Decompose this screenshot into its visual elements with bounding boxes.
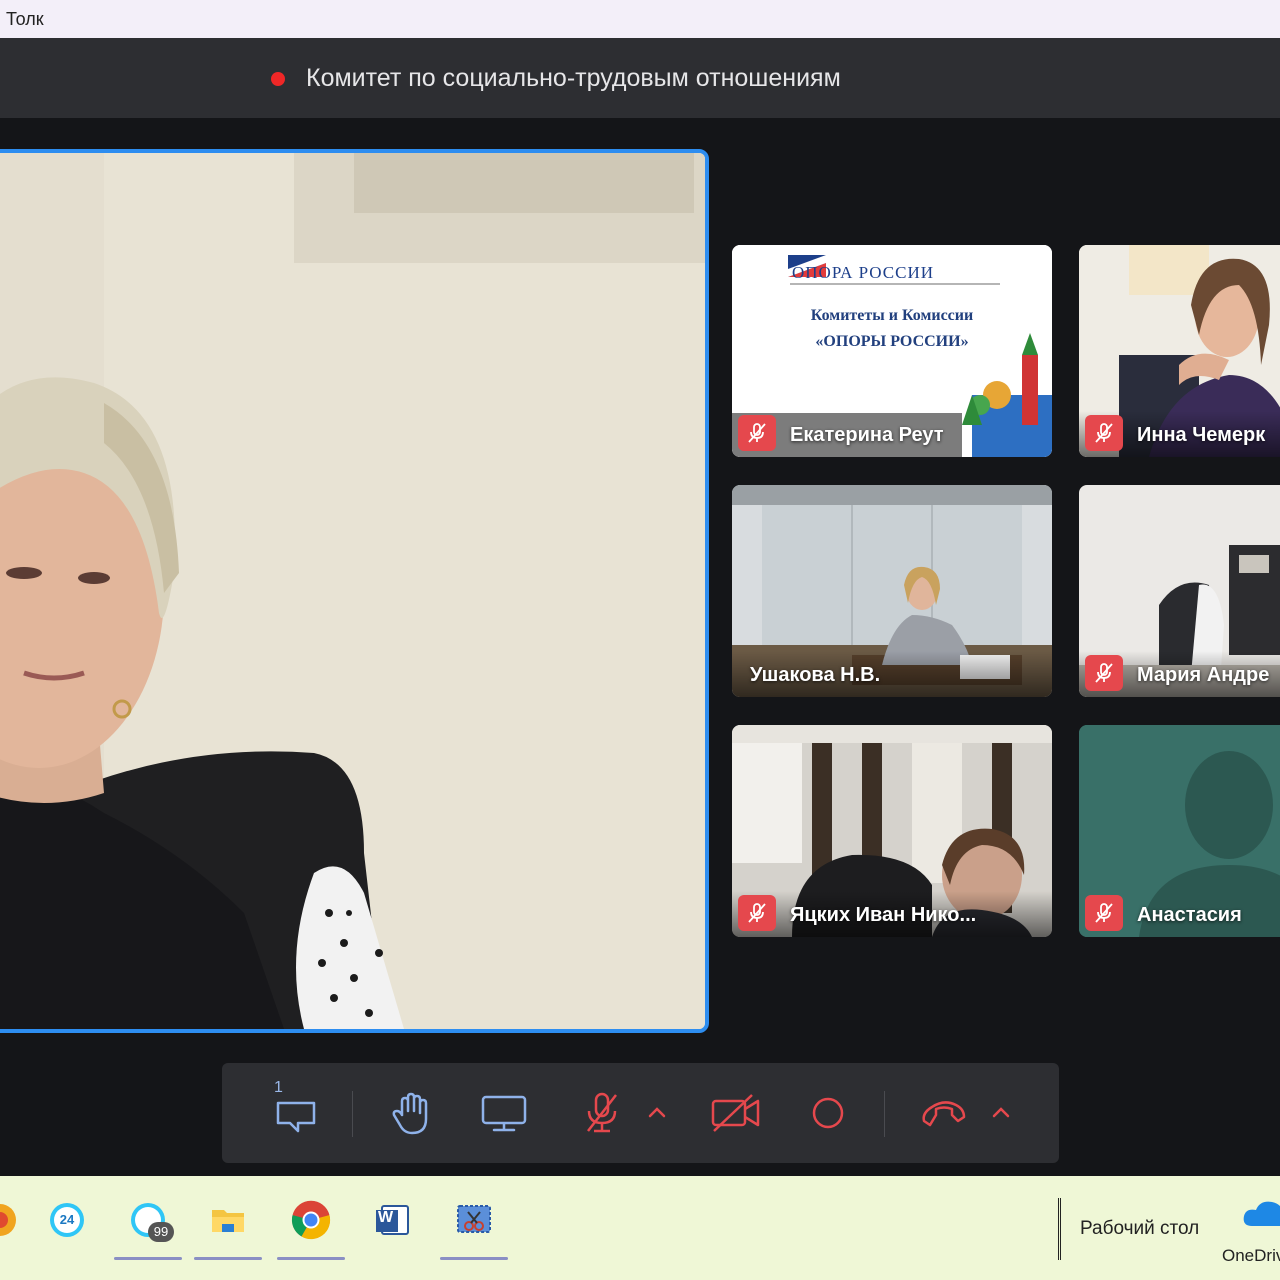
taskbar-word[interactable]: W	[362, 1190, 422, 1250]
snipping-tool-icon	[457, 1205, 491, 1233]
taskbar-app-partial[interactable]	[0, 1190, 30, 1250]
meeting-title: Комитет по социально-трудовым отношениям	[306, 64, 841, 92]
mic-muted-icon	[1085, 655, 1123, 691]
participant-name: Яцких Иван Нико...	[790, 904, 977, 926]
active-app-indicator	[277, 1257, 345, 1260]
camera-toggle-button[interactable]	[706, 1085, 766, 1141]
taskbar-chrome[interactable]	[277, 1190, 345, 1260]
participant-name: Анастасия	[1137, 904, 1242, 926]
app-icon	[0, 1204, 16, 1236]
participant-name: Ушакова Н.В.	[750, 664, 881, 686]
participant-tile-3[interactable]: Ушакова Н.В.	[732, 485, 1052, 697]
file-explorer-icon	[212, 1210, 244, 1232]
onedrive-tray-item[interactable]	[1240, 1184, 1280, 1244]
word-letter: W	[378, 1209, 394, 1226]
chevron-up-icon	[992, 1107, 1010, 1118]
unread-count-badge: 99	[148, 1222, 174, 1242]
chrome-icon	[291, 1200, 331, 1240]
active-app-indicator	[194, 1257, 262, 1260]
onedrive-label: OneDrive	[1222, 1246, 1280, 1265]
slide-line-2: «ОПОРЫ РОССИИ»	[815, 333, 969, 350]
screen-share-icon	[481, 1095, 527, 1132]
chevron-up-icon	[648, 1107, 666, 1118]
participant-tile-4[interactable]: Мария Андре	[1079, 485, 1280, 697]
recording-indicator-icon	[271, 72, 285, 86]
speaker-video-frame	[0, 153, 705, 1029]
active-app-indicator	[440, 1257, 508, 1260]
main-speaker-video[interactable]	[0, 149, 709, 1033]
screen-share-button[interactable]	[476, 1085, 532, 1141]
raise-hand-button[interactable]	[382, 1085, 438, 1141]
active-app-indicator	[114, 1257, 182, 1260]
toolbar-divider	[884, 1091, 885, 1137]
window-title-bar: Толк	[0, 0, 1280, 38]
show-desktop-divider	[1058, 1198, 1061, 1260]
mic-muted-icon	[1085, 895, 1123, 931]
hang-up-options-button[interactable]	[986, 1085, 1016, 1141]
participant-name: Инна Чемерк	[1137, 424, 1266, 446]
taskbar-snipping-tool[interactable]	[440, 1190, 508, 1260]
slide-org-name: ОПОРА РОССИИ	[792, 263, 935, 282]
record-button[interactable]	[800, 1085, 856, 1141]
taskbar-file-explorer[interactable]	[194, 1190, 262, 1260]
meeting-app: Комитет по социально-трудовым отношениям	[0, 38, 1280, 1176]
toolbar-divider	[352, 1091, 353, 1137]
participant-tile-2[interactable]: Инна Чемерк	[1079, 245, 1280, 457]
microphone-options-button[interactable]	[642, 1085, 672, 1141]
mic-muted-icon	[738, 895, 776, 931]
participant-tile-5[interactable]: Яцких Иван Нико...	[732, 725, 1052, 937]
mic-muted-icon	[1085, 415, 1123, 451]
raise-hand-icon	[392, 1092, 428, 1135]
chat-button[interactable]: 1	[268, 1079, 324, 1141]
meeting-header: Комитет по социально-трудовым отношениям	[0, 38, 1280, 118]
mic-muted-icon	[738, 415, 776, 451]
slide-line-1: Комитеты и Комиссии	[810, 307, 974, 324]
call-controls-toolbar: 1	[222, 1063, 1059, 1163]
participant-name: Мария Андре	[1137, 664, 1270, 686]
participant-name: Екатерина Реут	[790, 424, 944, 446]
desktop-toolbar-label[interactable]: Рабочий стол	[1080, 1218, 1199, 1240]
microphone-toggle-button[interactable]	[574, 1085, 630, 1141]
participant-tile-1[interactable]: ОПОРА РОССИИ Комитеты и Комиссии «ОПОРЫ …	[732, 245, 1052, 457]
record-icon	[812, 1097, 844, 1129]
taskbar-bitrix24[interactable]: 24	[37, 1190, 97, 1250]
hang-up-button[interactable]	[916, 1085, 972, 1141]
window-title: Толк	[6, 9, 44, 29]
hang-up-icon	[922, 1101, 966, 1127]
camera-off-icon	[711, 1094, 760, 1132]
bitrix24-label: 24	[59, 1212, 75, 1227]
mic-off-icon	[587, 1092, 617, 1133]
taskbar-bitrix24-chat[interactable]: 99	[114, 1190, 182, 1260]
os-taskbar: 24 99 W Рабочий стол OneDri	[0, 1176, 1280, 1280]
participant-tile-6[interactable]: Анастасия	[1079, 725, 1280, 937]
onedrive-cloud-icon	[1243, 1201, 1280, 1226]
chat-count-badge: 1	[274, 1079, 283, 1096]
